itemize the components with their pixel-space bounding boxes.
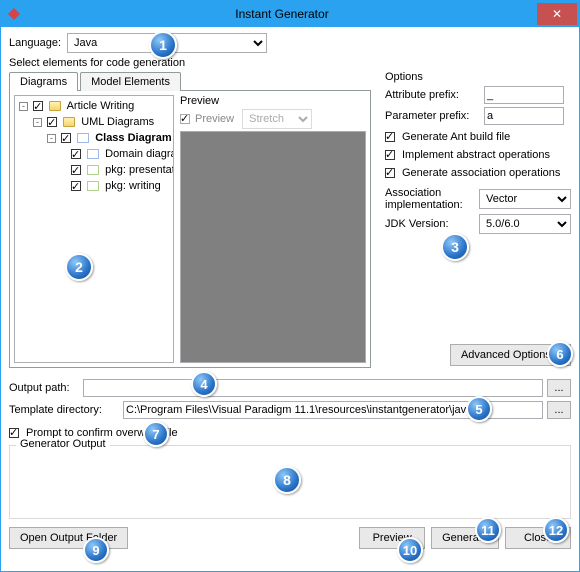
assoc-impl-select[interactable]: Vector	[479, 189, 571, 209]
tree-node-label: UML Diagrams	[81, 116, 154, 128]
tree-expand-icon[interactable]: -	[33, 118, 42, 127]
folder-icon	[63, 117, 75, 127]
generator-output-legend: Generator Output	[16, 438, 110, 450]
tabs: Diagrams Model Elements	[9, 72, 371, 91]
preview-canvas	[180, 131, 366, 363]
tree-checkbox[interactable]	[33, 101, 43, 111]
checkbox-icon	[385, 150, 395, 160]
tree-node-label: Domain diagram	[105, 148, 174, 160]
chk-assoc[interactable]: Generate association operations	[385, 167, 571, 179]
tree-node-label: Article Writing	[67, 100, 135, 112]
checkbox-icon	[180, 114, 190, 124]
param-prefix-label: Parameter prefix:	[385, 110, 480, 122]
template-dir-input[interactable]	[123, 401, 543, 419]
jdk-select[interactable]: 5.0/6.0	[479, 214, 571, 234]
assoc-impl-label: Association implementation:	[385, 187, 475, 211]
language-select[interactable]: Java	[67, 33, 267, 53]
tree-checkbox[interactable]	[71, 149, 81, 159]
language-row: Language: Java	[9, 33, 571, 53]
attr-prefix-label: Attribute prefix:	[385, 89, 480, 101]
preview-column: Preview Preview Stretch	[180, 95, 366, 363]
close-window-button[interactable]: ✕	[537, 3, 577, 25]
diagram-icon	[77, 133, 89, 143]
tree-checkbox[interactable]	[61, 133, 71, 143]
output-path-row: Output path: ...	[9, 379, 571, 397]
preview-button[interactable]: Preview	[359, 527, 425, 549]
app-window: Instant Generator ✕ Language: Java Selec…	[0, 0, 580, 572]
chk-ant[interactable]: Generate Ant build file	[385, 131, 571, 143]
left-column: Diagrams Model Elements - Article Writin…	[9, 71, 371, 371]
tree-expand-icon[interactable]: -	[19, 102, 28, 111]
paths: Output path: ... Template directory: ...	[9, 379, 571, 419]
chk-abstract[interactable]: Implement abstract operations	[385, 149, 571, 161]
main-area: Diagrams Model Elements - Article Writin…	[9, 71, 571, 371]
output-path-label: Output path:	[9, 382, 79, 394]
generator-output-fieldset: Generator Output	[9, 445, 571, 519]
tree-node-label: pkg: presentation	[105, 164, 174, 176]
select-elements-label: Select elements for code generation	[9, 57, 571, 69]
diagram-icon	[87, 149, 99, 159]
close-button[interactable]: Close	[505, 527, 571, 549]
param-prefix-input[interactable]	[484, 107, 564, 125]
template-dir-browse-button[interactable]: ...	[547, 401, 571, 419]
template-dir-row: Template directory: ...	[9, 401, 571, 419]
options-title: Options	[385, 71, 571, 83]
jdk-row: JDK Version: 5.0/6.0	[385, 214, 571, 234]
app-icon	[7, 7, 21, 21]
tab-diagrams[interactable]: Diagrams	[9, 72, 78, 91]
open-output-folder-button[interactable]: Open Output Folder	[9, 527, 128, 549]
tab-body: - Article Writing - UML Diagrams	[9, 90, 371, 368]
tree-node-label: Class Diagram (3)	[95, 132, 174, 144]
output-path-browse-button[interactable]: ...	[547, 379, 571, 397]
element-tree[interactable]: - Article Writing - UML Diagrams	[14, 95, 174, 363]
preview-mode-select[interactable]: Stretch	[242, 109, 312, 129]
generator-output-area[interactable]	[16, 450, 564, 512]
generate-button[interactable]: Generate	[431, 527, 499, 549]
param-prefix-row: Parameter prefix:	[385, 107, 571, 125]
package-icon	[87, 165, 99, 175]
options-panel: Options Attribute prefix: Parameter pref…	[379, 71, 571, 371]
window-title: Instant Generator	[27, 7, 537, 21]
attr-prefix-row: Attribute prefix:	[385, 86, 571, 104]
assoc-impl-row: Association implementation: Vector	[385, 187, 571, 211]
content: Language: Java Select elements for code …	[1, 27, 579, 571]
tree-checkbox[interactable]	[71, 181, 81, 191]
preview-title: Preview	[180, 95, 219, 107]
tree-node-label: pkg: writing	[105, 180, 161, 192]
footer: Open Output Folder Preview Generate Clos…	[9, 527, 571, 549]
tree-checkbox[interactable]	[71, 165, 81, 175]
titlebar[interactable]: Instant Generator ✕	[1, 1, 579, 27]
checkbox-icon	[385, 168, 395, 178]
checkbox-icon	[9, 428, 19, 438]
tree-checkbox[interactable]	[47, 117, 57, 127]
checkbox-icon	[385, 132, 395, 142]
preview-header: Preview	[180, 95, 366, 107]
advanced-row: Advanced Options...	[385, 344, 571, 366]
package-icon	[87, 181, 99, 191]
jdk-label: JDK Version:	[385, 218, 475, 230]
preview-controls: Preview Stretch	[180, 109, 366, 129]
chk-abstract-label: Implement abstract operations	[402, 149, 550, 161]
preview-checkbox-label: Preview	[195, 113, 234, 125]
language-label: Language:	[9, 37, 61, 49]
attr-prefix-input[interactable]	[484, 86, 564, 104]
chk-ant-label: Generate Ant build file	[402, 131, 510, 143]
folder-icon	[49, 101, 61, 111]
advanced-options-button[interactable]: Advanced Options...	[450, 344, 571, 366]
tree-expand-icon[interactable]: -	[47, 134, 56, 143]
tab-model-elements[interactable]: Model Elements	[80, 72, 181, 91]
preview-checkbox[interactable]: Preview	[180, 113, 234, 125]
output-path-input[interactable]	[83, 379, 543, 397]
template-dir-label: Template directory:	[9, 404, 119, 416]
chk-assoc-label: Generate association operations	[402, 167, 560, 179]
